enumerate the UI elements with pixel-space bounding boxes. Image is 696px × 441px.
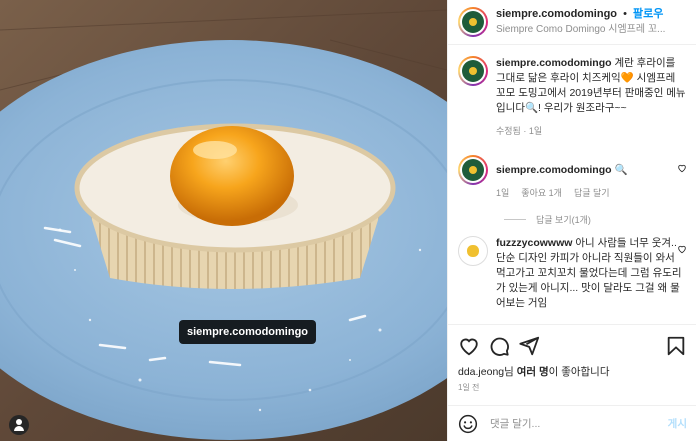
comment-item: fuzzzycowwww 아니 사람들 너무 웃겨.. 단순 디자인 카피가 아…	[458, 236, 687, 311]
likes-others[interactable]: 여러 명	[517, 366, 549, 378]
user-tag-label[interactable]: siempre.comodomingo	[179, 320, 317, 344]
comment-username[interactable]: siempre.comodomingo	[496, 164, 612, 176]
follow-button[interactable]: 팔로우	[633, 8, 663, 20]
post-time[interactable]: 1일 전	[458, 382, 687, 393]
comment-likes[interactable]: 좋아요 1개	[521, 186, 562, 201]
comment-time: 1일	[496, 188, 510, 198]
header-dot: •	[623, 8, 627, 20]
cheesecake-photo	[0, 0, 447, 441]
comment-icon[interactable]	[488, 335, 510, 357]
comment-username[interactable]: fuzzzycowwww	[496, 237, 572, 249]
comment-item: siempre.comodomingo 🔍 1일 좋아요 1개 답글 달기	[458, 155, 687, 201]
likes-mid: 님	[504, 366, 517, 378]
comment-text: 🔍	[614, 164, 628, 176]
user-tag-icon[interactable]	[9, 415, 29, 435]
caption-username[interactable]: siempre.comodomingo	[496, 57, 612, 69]
likes-suffix: 이 좋아합니다	[548, 366, 610, 378]
post-viewer: siempre.comodomingo siempre.comodomingo …	[0, 0, 696, 441]
share-icon[interactable]	[518, 335, 540, 357]
likes-user[interactable]: dda.jeong	[458, 366, 504, 378]
caption-avatar[interactable]	[458, 56, 488, 86]
comment-input[interactable]	[490, 417, 668, 430]
heart-icon[interactable]	[458, 335, 480, 357]
view-replies[interactable]: 답글 보기(1개)	[504, 213, 687, 226]
post-photo[interactable]: siempre.comodomingo	[0, 0, 447, 441]
comment-like-heart-icon[interactable]	[677, 163, 687, 173]
comment-avatar[interactable]	[458, 155, 488, 185]
bookmark-icon[interactable]	[665, 335, 687, 357]
header-text: siempre.comodomingo • 팔로우 Siempre Como D…	[496, 7, 665, 37]
post-actions: dda.jeong님 여러 명이 좋아합니다 1일 전	[448, 324, 696, 393]
caption: siempre.comodomingo 계란 후라이를 그대로 닮은 후라이 치…	[458, 56, 687, 139]
header-subtitle[interactable]: Siempre Como Domingo 시엠프레 꼬...	[496, 22, 665, 37]
reply-button[interactable]: 답글 달기	[574, 186, 610, 201]
view-replies-label[interactable]: 답글 보기(1개)	[536, 213, 591, 226]
cartoon-avatar-icon	[458, 236, 488, 266]
post-header: siempre.comodomingo • 팔로우 Siempre Como D…	[448, 0, 696, 45]
caption-meta: 수정됨 · 1일	[496, 126, 543, 136]
post-side-panel: siempre.comodomingo • 팔로우 Siempre Como D…	[447, 0, 696, 441]
post-comment-button[interactable]: 게시	[668, 416, 687, 431]
likes-summary[interactable]: dda.jeong님 여러 명이 좋아합니다	[458, 365, 687, 379]
header-username[interactable]: siempre.comodomingo	[496, 8, 617, 20]
emoji-icon[interactable]	[458, 414, 478, 434]
comment-avatar[interactable]	[458, 236, 488, 266]
profile-avatar[interactable]	[458, 7, 488, 37]
comments-list[interactable]: siempre.comodomingo 계란 후라이를 그대로 닮은 후라이 치…	[448, 46, 696, 323]
comment-like-heart-icon[interactable]	[677, 244, 687, 254]
add-comment-bar: 게시	[448, 405, 696, 441]
